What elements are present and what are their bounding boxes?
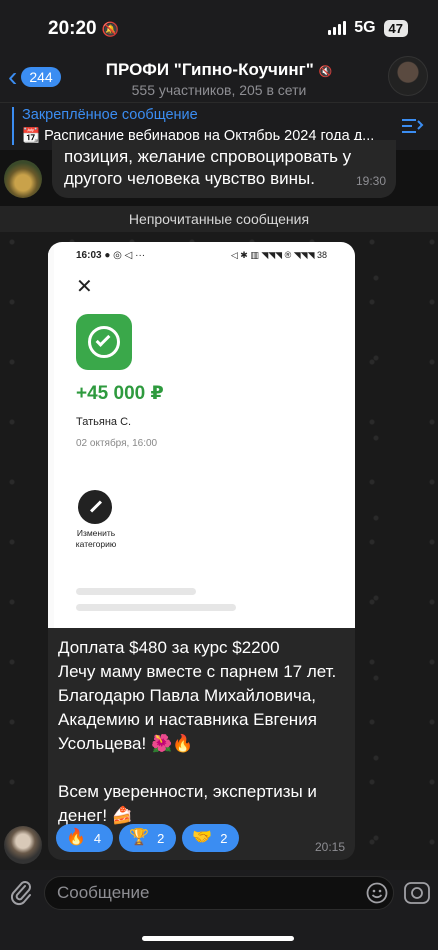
reactions: 🔥 4 🏆 2 🤝 2 bbox=[56, 824, 240, 852]
bell-muted-icon: 🔕 bbox=[101, 21, 120, 37]
payment-date: 02 октября, 16:00 bbox=[76, 438, 158, 449]
pinned-title: Закреплённое сообщение bbox=[22, 107, 198, 123]
message-bubble[interactable]: 16:03 ● ◎ ◁ ··· ◁ ✱ ▥ ◥◥◥ ® ◥◥◥ 38 ✕ +45… bbox=[48, 242, 355, 860]
back-chevron-icon: ‹ bbox=[8, 61, 18, 92]
status-time-text: 20:20 bbox=[48, 18, 97, 39]
trophy-emoji: 🏆 bbox=[129, 829, 150, 846]
chat-avatar[interactable] bbox=[388, 56, 428, 96]
screenshot-status-glyphs: ● ◎ ◁ ··· bbox=[104, 250, 146, 261]
message-time: 20:15 bbox=[314, 840, 345, 854]
screenshot-status-right: ◁ ✱ ▥ ◥◥◥ ® ◥◥◥ 38 bbox=[230, 250, 327, 260]
back-button[interactable]: ‹ 244 bbox=[8, 61, 61, 92]
chat-title[interactable]: ПРОФИ "Гипно-Коучинг" 🔇 bbox=[100, 60, 338, 80]
pinned-list-icon[interactable] bbox=[402, 117, 424, 135]
close-icon: ✕ bbox=[76, 276, 93, 298]
status-bar: 20:20 🔕 5G 47 bbox=[0, 0, 438, 56]
reaction-chip[interactable]: 🔥 4 bbox=[56, 824, 114, 852]
reaction-chip[interactable]: 🏆 2 bbox=[119, 824, 177, 852]
unread-count-badge: 244 bbox=[21, 67, 61, 87]
status-indicators: 5G 47 bbox=[328, 19, 408, 37]
skeleton-line bbox=[76, 588, 196, 595]
avatar[interactable] bbox=[4, 826, 42, 864]
image-edge bbox=[48, 242, 54, 628]
reaction-count: 2 bbox=[157, 830, 165, 846]
screenshot-status-time-text: 16:03 bbox=[76, 250, 102, 261]
home-indicator bbox=[142, 936, 294, 941]
message-text: позиция, желание спровоцировать у другог… bbox=[64, 147, 352, 188]
pinned-indicator bbox=[12, 107, 14, 145]
network-type: 5G bbox=[354, 19, 376, 36]
message-input[interactable] bbox=[44, 876, 394, 910]
chat-title-text: ПРОФИ "Гипно-Коучинг" bbox=[105, 60, 314, 79]
check-circle-icon bbox=[76, 314, 132, 370]
screenshot-status-time: 16:03 ● ◎ ◁ ··· bbox=[76, 250, 145, 261]
pencil-icon bbox=[78, 490, 112, 524]
reaction-count: 4 bbox=[93, 830, 102, 846]
camera-icon[interactable] bbox=[404, 882, 430, 904]
avatar[interactable] bbox=[4, 160, 42, 198]
message-text: Доплата $480 за курс $2200 Лечу маму вме… bbox=[58, 638, 337, 825]
payer-name: Татьяна С. bbox=[76, 416, 132, 428]
fire-emoji: 🔥 bbox=[66, 829, 86, 846]
payment-amount: +45 000 ₽ bbox=[76, 383, 164, 404]
message-time: 19:30 bbox=[355, 174, 386, 188]
skeleton-line bbox=[76, 604, 236, 611]
input-bar bbox=[0, 870, 438, 950]
reaction-count: 2 bbox=[220, 830, 228, 846]
mute-icon: 🔇 bbox=[318, 66, 333, 78]
unread-divider: Непрочитанные сообщения bbox=[0, 206, 438, 232]
signal-icon bbox=[328, 21, 347, 35]
attach-icon[interactable] bbox=[10, 878, 32, 906]
attached-screenshot[interactable]: 16:03 ● ◎ ◁ ··· ◁ ✱ ▥ ◥◥◥ ® ◥◥◥ 38 ✕ +45… bbox=[48, 242, 355, 628]
handshake-emoji: 🤝 bbox=[192, 829, 213, 846]
sticker-icon[interactable] bbox=[366, 882, 388, 904]
edit-category-label: Изменить категорию bbox=[75, 528, 117, 549]
message-bubble[interactable]: позиция, желание спровоцировать у другог… bbox=[52, 140, 396, 198]
chat-subtitle: 555 участников, 205 в сети bbox=[131, 82, 307, 98]
chat-header: ‹ 244 ПРОФИ "Гипно-Коучинг" 🔇 555 участн… bbox=[0, 56, 438, 102]
status-time: 20:20 🔕 bbox=[48, 18, 119, 40]
reaction-chip[interactable]: 🤝 2 bbox=[182, 824, 240, 852]
battery-icon: 47 bbox=[383, 19, 408, 37]
